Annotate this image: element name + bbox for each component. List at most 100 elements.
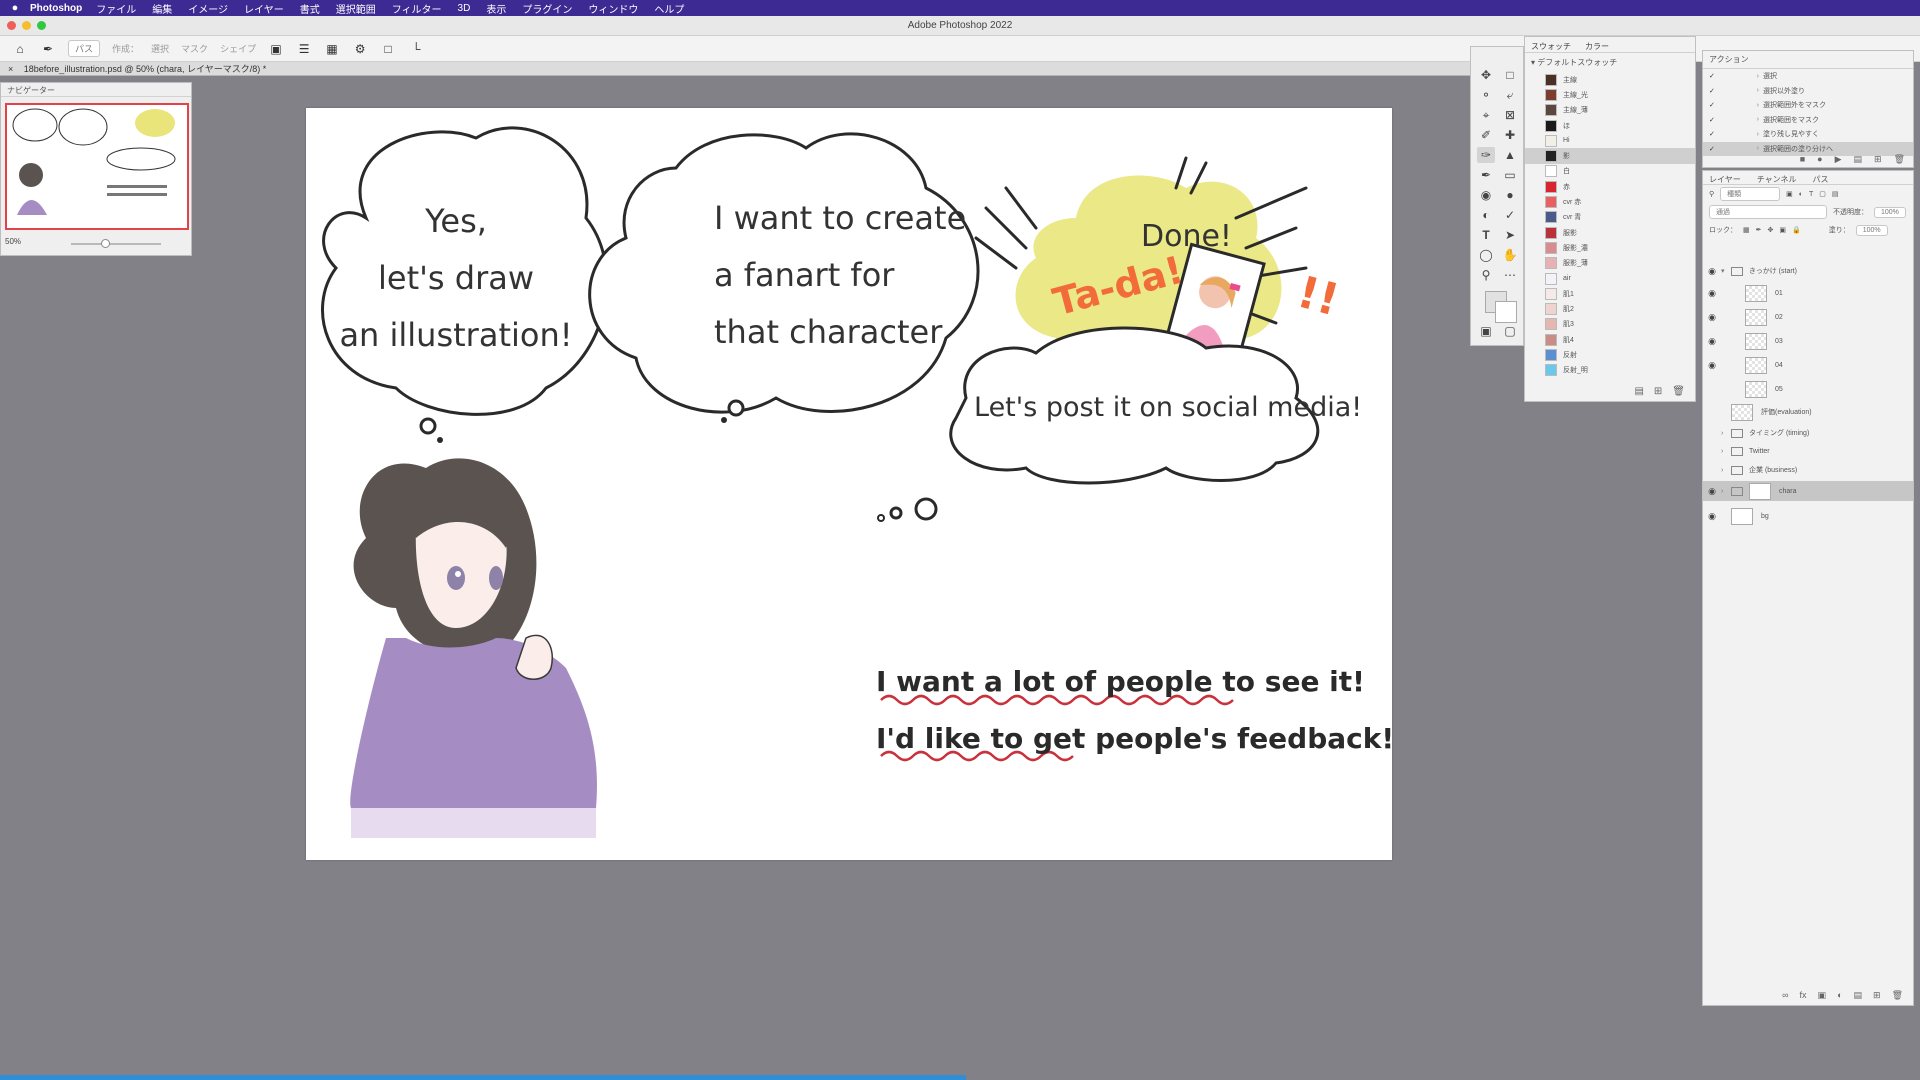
tool-mode-select[interactable]: パス: [68, 40, 101, 57]
expand-chevron-icon[interactable]: ▾: [1721, 267, 1731, 275]
new-layer-icon[interactable]: ⊞: [1873, 990, 1881, 1001]
visibility-eye-icon[interactable]: ◉: [1703, 312, 1721, 323]
layer-group-row[interactable]: › 企業 (business): [1703, 460, 1913, 480]
layer-row[interactable]: 05: [1703, 379, 1913, 399]
delete-layer-icon[interactable]: 🗑: [1892, 990, 1903, 1001]
visibility-eye-icon[interactable]: ◉: [1703, 336, 1721, 347]
checkmark-icon[interactable]: ✓: [1709, 87, 1719, 95]
layer-group-row[interactable]: ◉ ▾ きっかけ (start): [1703, 261, 1913, 281]
quick-mask-icon[interactable]: ▣: [1477, 323, 1495, 339]
screen-mode-icon[interactable]: ▢: [1501, 323, 1519, 339]
tab-paths[interactable]: パス: [1813, 174, 1829, 184]
pen-tool-icon[interactable]: ✓: [1501, 207, 1519, 223]
menu-view[interactable]: 表示: [486, 1, 506, 16]
menu-plugins[interactable]: プラグイン: [522, 1, 572, 16]
lock-all-icon[interactable]: 🔒: [1792, 226, 1801, 234]
action-item[interactable]: ✓ › 選択: [1703, 69, 1913, 84]
layer-thumbnail[interactable]: [1745, 308, 1767, 326]
checkmark-icon[interactable]: ✓: [1709, 72, 1719, 80]
menu-filter[interactable]: フィルター: [392, 1, 442, 16]
navigator-thumbnail[interactable]: [5, 103, 189, 230]
home-icon[interactable]: ⌂: [12, 41, 28, 57]
layer-row[interactable]: ◉ 02: [1703, 307, 1913, 327]
swatch-item[interactable]: 肌2: [1525, 301, 1695, 316]
menu-help[interactable]: ヘルプ: [654, 1, 684, 16]
link-layers-icon[interactable]: ∞: [1782, 990, 1788, 1001]
checkmark-icon[interactable]: ✓: [1709, 116, 1719, 124]
path-arrangement-icon[interactable]: ▦: [324, 41, 340, 57]
lock-artboard-icon[interactable]: ▣: [1779, 226, 1786, 234]
action-item[interactable]: ✓ › 選択範囲外をマスク: [1703, 98, 1913, 113]
healing-tool-icon[interactable]: ✚: [1501, 127, 1519, 143]
brush-tool-icon[interactable]: ✑: [1477, 147, 1495, 163]
layer-thumbnail[interactable]: [1731, 507, 1753, 525]
new-action-set-icon[interactable]: ▤: [1854, 154, 1863, 165]
object-selection-tool-icon[interactable]: ⤶: [1501, 87, 1519, 103]
swatch-item[interactable]: 服影_薄: [1525, 256, 1695, 271]
hand-tool-icon[interactable]: ✋: [1501, 247, 1519, 263]
navigator-zoom-slider[interactable]: [71, 239, 161, 248]
chevron-right-icon[interactable]: ›: [1719, 131, 1759, 138]
align-edges-icon[interactable]: └: [408, 41, 424, 57]
tab-channels[interactable]: チャンネル: [1757, 174, 1797, 184]
new-action-icon[interactable]: ⊞: [1874, 154, 1882, 165]
zoom-slider-handle[interactable]: [101, 239, 110, 248]
swatch-item[interactable]: 肌4: [1525, 332, 1695, 347]
layer-style-icon[interactable]: fx: [1800, 990, 1807, 1001]
chevron-right-icon[interactable]: ›: [1719, 116, 1759, 123]
path-selection-tool-icon[interactable]: ➤: [1501, 227, 1519, 243]
layer-thumbnail[interactable]: [1745, 284, 1767, 302]
filter-type-icon[interactable]: T: [1809, 191, 1813, 198]
layer-group-row[interactable]: › タイミング (timing): [1703, 423, 1913, 443]
menu-layer[interactable]: レイヤー: [244, 1, 284, 16]
stamp-tool-icon[interactable]: ▲: [1501, 147, 1519, 163]
opacity-input[interactable]: 100%: [1874, 206, 1906, 218]
layer-row[interactable]: ◉ 04: [1703, 355, 1913, 375]
filter-pixel-icon[interactable]: ▣: [1786, 190, 1793, 198]
dodge-tool-icon[interactable]: ◐: [1477, 207, 1495, 223]
checkmark-icon[interactable]: ✓: [1709, 130, 1719, 138]
action-item[interactable]: ✓ › 選択範囲をマスク: [1703, 113, 1913, 128]
navigator-zoom-value[interactable]: 50%: [5, 237, 21, 246]
new-group-icon[interactable]: ▤: [1854, 990, 1863, 1001]
swatch-item[interactable]: cvr 赤: [1525, 194, 1695, 209]
visibility-eye-icon[interactable]: ◉: [1703, 511, 1721, 522]
chevron-right-icon[interactable]: ›: [1719, 73, 1759, 80]
menu-app-name[interactable]: Photoshop: [30, 3, 82, 14]
new-swatch-group-icon[interactable]: ▤: [1634, 386, 1643, 397]
delete-action-icon[interactable]: 🗑: [1894, 154, 1905, 165]
swatch-item[interactable]: 反射_明: [1525, 363, 1695, 378]
apple-icon[interactable]: ●: [0, 2, 30, 14]
layer-thumbnail[interactable]: [1745, 356, 1767, 374]
layer-row[interactable]: ◉ 01: [1703, 283, 1913, 303]
crop-tool-icon[interactable]: ⌖: [1477, 107, 1495, 123]
more-tools-icon[interactable]: ⋯: [1501, 267, 1519, 283]
paint-bucket-tool-icon[interactable]: ◉: [1477, 187, 1495, 203]
action-item[interactable]: ✓ › 塗り残し見やすく: [1703, 127, 1913, 142]
document-tab[interactable]: × 18before_illustration.psd @ 50% (chara…: [0, 62, 1510, 76]
swatch-item[interactable]: 主線_光: [1525, 87, 1695, 102]
lock-position-icon[interactable]: ✥: [1768, 226, 1774, 234]
close-document-icon[interactable]: ×: [8, 64, 13, 74]
eyedropper-tool-icon[interactable]: ✐: [1477, 127, 1495, 143]
gear-icon[interactable]: ⚙: [352, 41, 368, 57]
swatch-item[interactable]: 主線: [1525, 72, 1695, 87]
tab-color[interactable]: カラー: [1585, 41, 1609, 51]
menu-window[interactable]: ウィンドウ: [588, 1, 638, 16]
tab-swatches[interactable]: スウォッチ: [1531, 41, 1571, 51]
swatch-item[interactable]: 服影_濃: [1525, 240, 1695, 255]
stop-action-icon[interactable]: ■: [1800, 154, 1805, 165]
swatch-item[interactable]: 反射: [1525, 347, 1695, 362]
filter-smart-object-icon[interactable]: ▤: [1832, 190, 1839, 198]
layer-thumbnail[interactable]: [1745, 380, 1767, 398]
lock-image-icon[interactable]: ✒: [1756, 226, 1762, 234]
document-canvas[interactable]: Yes, let's draw an illustration! I want …: [306, 108, 1392, 860]
swatch-item[interactable]: 主線_薄: [1525, 103, 1695, 118]
filter-shape-icon[interactable]: ▢: [1819, 190, 1826, 198]
move-tool-icon[interactable]: ✥: [1477, 67, 1495, 83]
expand-chevron-icon[interactable]: ›: [1721, 488, 1731, 495]
auto-add-delete-icon[interactable]: □: [380, 41, 396, 57]
action-item[interactable]: ✓ › 選択以外塗り: [1703, 84, 1913, 99]
swatch-item[interactable]: 服影: [1525, 225, 1695, 240]
chevron-right-icon[interactable]: ›: [1719, 102, 1759, 109]
